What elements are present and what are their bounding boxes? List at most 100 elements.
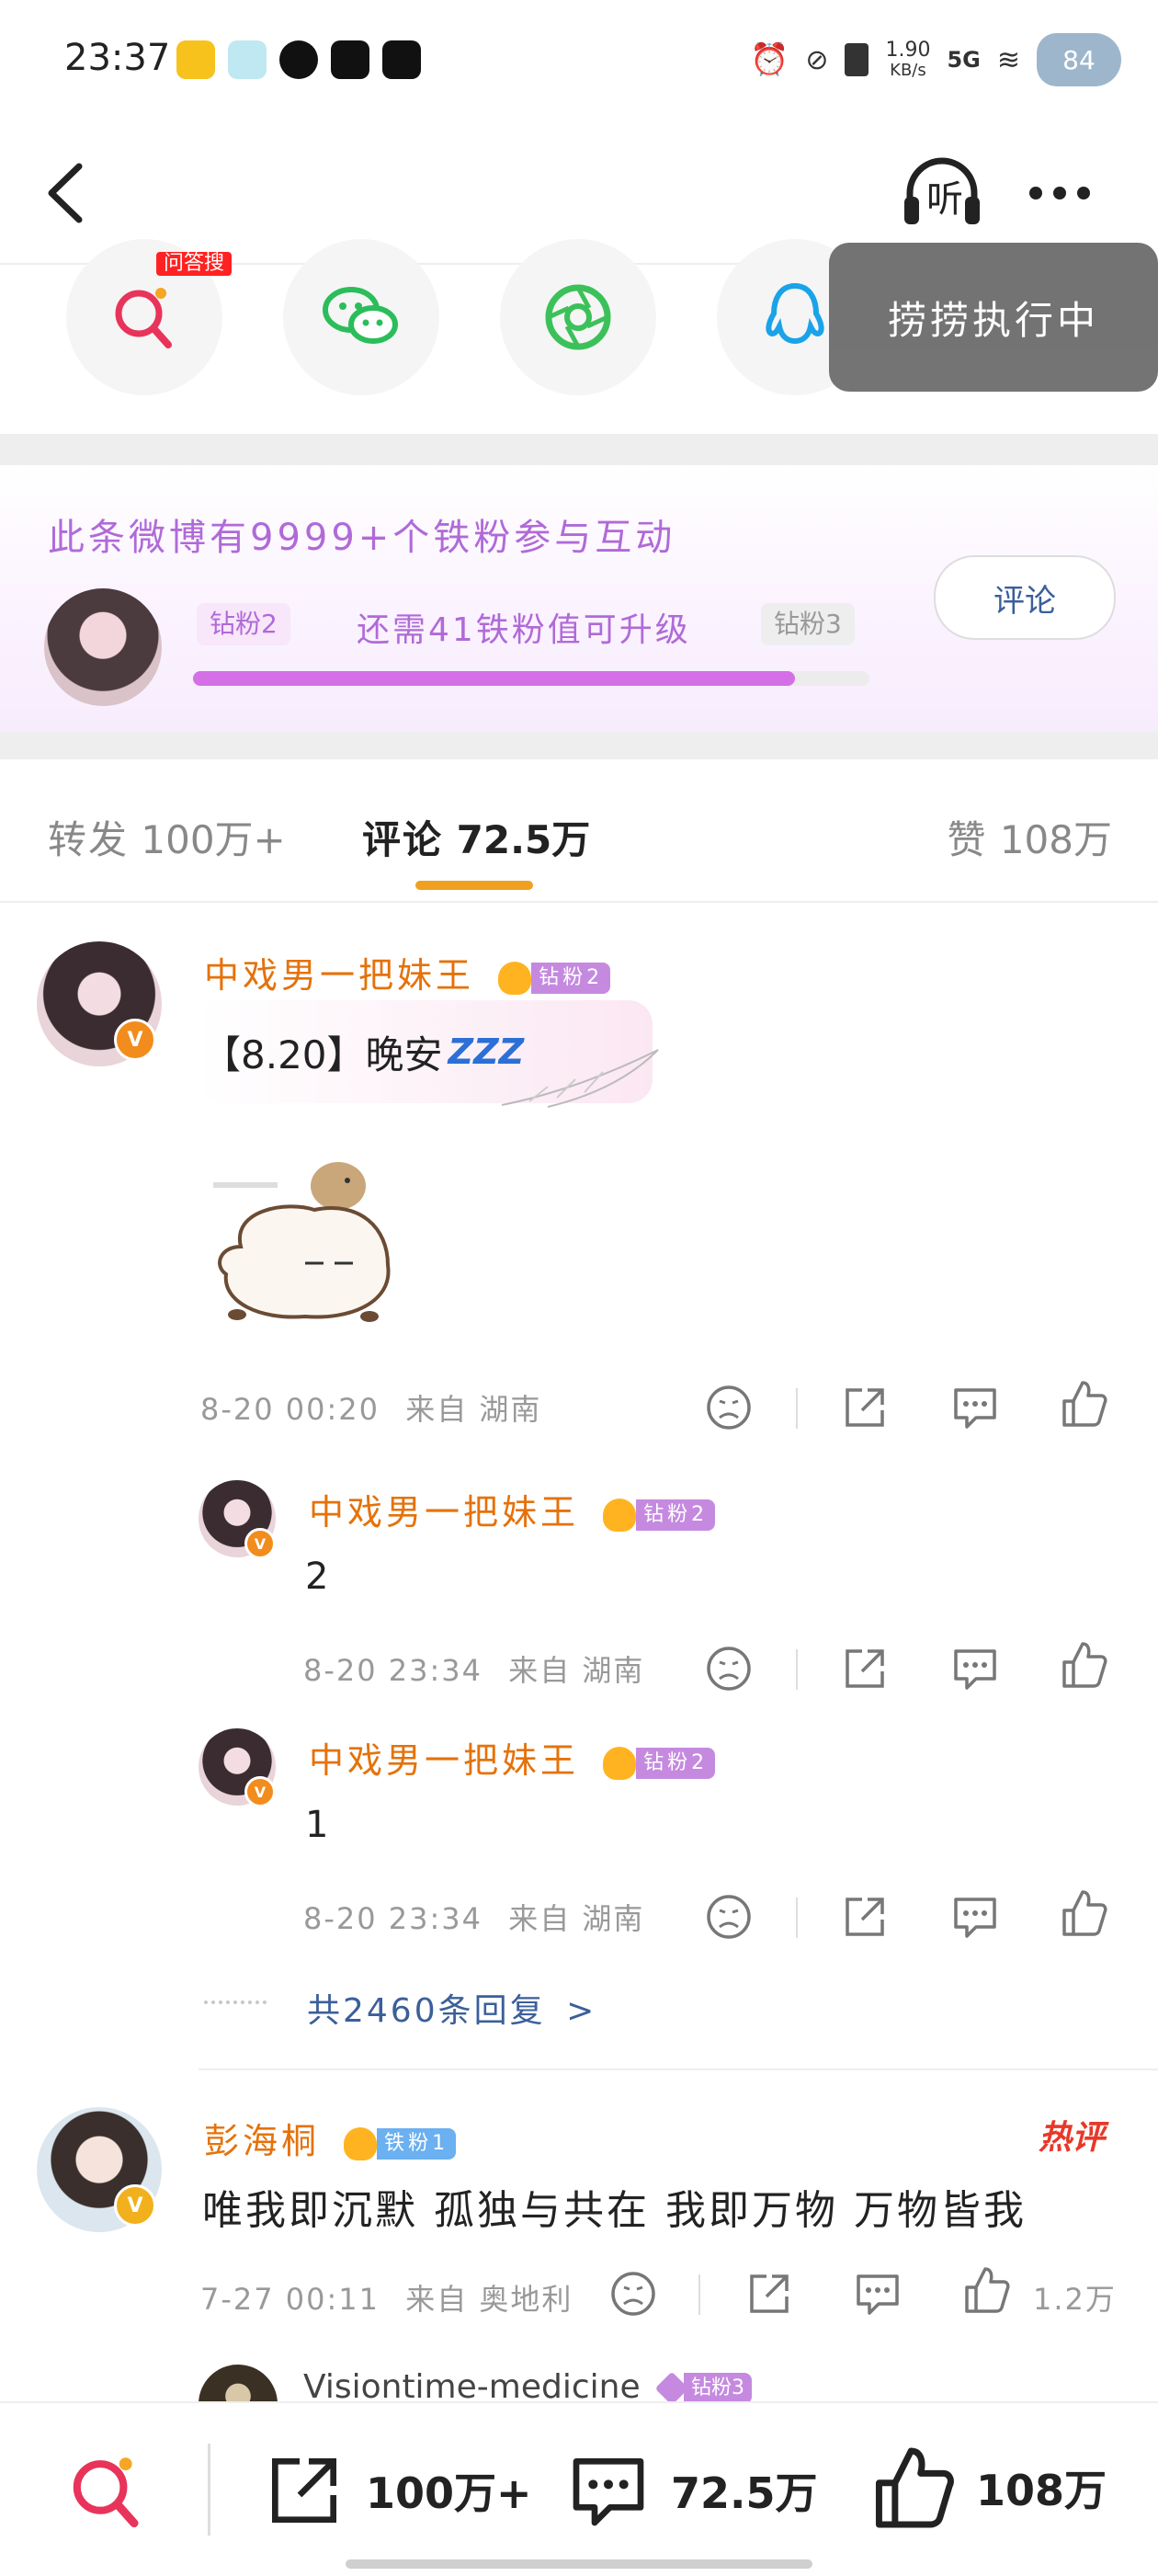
- search-icon: [115, 288, 172, 348]
- crown-icon: 钻粉2: [603, 1498, 716, 1532]
- comment-icon: [573, 2458, 644, 2526]
- diamond-icon: 钻粉3: [654, 2371, 753, 2406]
- tiktok-app-icon: [331, 40, 369, 79]
- more-dot: [1077, 187, 1090, 199]
- dislike-icon[interactable]: [608, 2269, 658, 2319]
- bottom-like-button[interactable]: 108万: [869, 2444, 1107, 2532]
- section-gap: [0, 434, 1158, 465]
- feather-decoration-icon: [501, 1049, 659, 1108]
- share-icon[interactable]: [840, 1892, 890, 1942]
- eye-off-icon: ⊘: [805, 43, 829, 76]
- dislike-icon[interactable]: [704, 1383, 754, 1432]
- like-icon[interactable]: [1059, 1888, 1108, 1938]
- dislike-icon[interactable]: [704, 1892, 754, 1942]
- battery-icon: 84: [1037, 33, 1121, 86]
- fans-card-title: 此条微博有9999+个铁粉参与互动: [48, 517, 676, 559]
- divider: [796, 1649, 798, 1690]
- wechat-icon: [323, 287, 398, 344]
- sticker-image: [213, 1162, 391, 1322]
- next-fan-level: 钻粉3: [761, 603, 855, 645]
- reply-meta: 8-20 23:34 来自 湖南: [303, 1653, 645, 1688]
- reply-username[interactable]: 中戏男一把妹王 钻粉2: [309, 1732, 716, 1783]
- comment-username[interactable]: Visiontime-medicine 钻粉3: [303, 2368, 753, 2406]
- crown-icon: 铁粉1: [344, 2126, 457, 2160]
- moments-icon: [545, 284, 611, 350]
- comment-icon[interactable]: [950, 1383, 1000, 1432]
- like-icon[interactable]: [961, 2265, 1011, 2315]
- comment-icon[interactable]: [853, 2269, 903, 2319]
- comment-meta: 7-27 00:11 来自 奥地利: [200, 2282, 573, 2317]
- fan-progress-fill: [193, 671, 796, 686]
- qq-icon: [766, 282, 824, 345]
- share-icon: [272, 2458, 336, 2523]
- crown-icon: 钻粉2: [498, 961, 611, 995]
- share-icon[interactable]: [840, 1644, 890, 1693]
- listen-label: 听: [926, 178, 963, 221]
- verified-badge-icon: V: [244, 1776, 276, 1807]
- app-icon: [228, 40, 267, 79]
- comment-meta: 8-20 00:20 来自 湖南: [200, 1392, 542, 1427]
- weibo-app-icon: [176, 40, 215, 79]
- search-icon[interactable]: [64, 2449, 149, 2534]
- active-tab-indicator: [415, 881, 533, 890]
- comment-icon[interactable]: [950, 1644, 1000, 1693]
- section-gap: [0, 732, 1158, 759]
- divider: [208, 2444, 210, 2536]
- signal-icon: 5G: [947, 47, 981, 73]
- like-icon: [875, 2447, 954, 2528]
- share-wechat-button[interactable]: [283, 239, 439, 395]
- comment-like-count: 1.2万: [1033, 2282, 1117, 2317]
- divider: [796, 1388, 798, 1429]
- more-dot: [1053, 187, 1066, 199]
- notification-icons: [176, 40, 421, 79]
- divider: [796, 1898, 798, 1938]
- reply-dots: [204, 2000, 267, 2004]
- comment-username[interactable]: 中戏男一把妹王 钻粉2: [204, 947, 611, 997]
- tab-likes[interactable]: 赞 108万: [947, 809, 1112, 865]
- share-icon[interactable]: [840, 1383, 890, 1432]
- divider: [199, 2069, 1158, 2070]
- current-fan-level: 钻粉2: [197, 603, 290, 645]
- comment-username[interactable]: 彭海桐 铁粉1: [204, 2113, 457, 2163]
- chevron-right-icon: >: [566, 1992, 597, 2030]
- more-dot: [1029, 187, 1042, 199]
- share-icon[interactable]: [744, 2269, 794, 2319]
- sim-icon: [845, 43, 869, 76]
- view-replies-link[interactable]: 共2460条回复 >: [307, 1984, 596, 2032]
- back-icon[interactable]: [40, 161, 96, 225]
- share-moments-button[interactable]: [500, 239, 656, 395]
- crown-icon: 钻粉2: [603, 1746, 716, 1780]
- dislike-icon[interactable]: [704, 1644, 754, 1693]
- verified-badge-icon: V: [114, 2184, 156, 2227]
- tab-repost[interactable]: 转发 100万+: [48, 809, 286, 865]
- verified-badge-icon: V: [244, 1528, 276, 1559]
- reply-text: 2: [305, 1556, 329, 1598]
- alarm-icon: ⏰: [749, 41, 789, 78]
- bottom-repost-button[interactable]: 100万+: [263, 2449, 532, 2532]
- status-right: ⏰ ⊘ 1.90 KB/s 5G ≋ 84: [750, 33, 1121, 86]
- upgrade-hint: 还需41铁粉值可升级: [357, 611, 691, 649]
- status-time: 23:37: [64, 37, 171, 79]
- like-icon[interactable]: [1059, 1640, 1108, 1690]
- divider: [698, 2274, 700, 2315]
- wifi-icon: ≋: [996, 43, 1020, 76]
- toast-message: 捞捞执行中: [829, 243, 1158, 392]
- fans-avatar[interactable]: [44, 588, 162, 706]
- more-button[interactable]: [1029, 175, 1112, 211]
- bottom-comment-button[interactable]: 72.5万: [566, 2449, 818, 2532]
- smile-app-icon: [382, 40, 421, 79]
- verified-badge-icon: V: [114, 1019, 156, 1061]
- network-speed: 1.90 KB/s: [885, 39, 931, 81]
- qa-search-badge: 问答搜: [156, 252, 233, 276]
- reply-text: 1: [305, 1804, 329, 1846]
- fans-comment-button[interactable]: 评论: [934, 555, 1116, 640]
- comment-text: 唯我即沉默 孤独与共在 我即万物 万物皆我: [202, 2187, 1027, 2234]
- reply-username[interactable]: 中戏男一把妹王 钻粉2: [309, 1484, 716, 1534]
- comment-icon[interactable]: [950, 1892, 1000, 1942]
- qq-app-icon: [279, 40, 318, 79]
- home-indicator: [346, 2559, 812, 2569]
- tab-comments[interactable]: 评论 72.5万: [362, 809, 590, 865]
- hot-comment-badge: 热评: [1038, 2119, 1105, 2157]
- reply-meta: 8-20 23:34 来自 湖南: [303, 1901, 645, 1936]
- like-icon[interactable]: [1059, 1379, 1108, 1429]
